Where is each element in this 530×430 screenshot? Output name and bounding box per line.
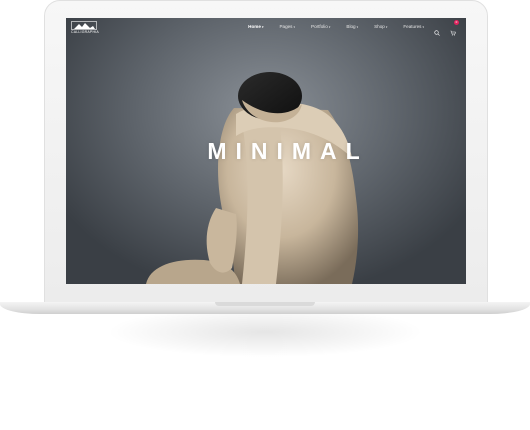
nav-item-features[interactable]: Features▾	[403, 24, 424, 29]
nav-item-label: Features	[403, 23, 422, 29]
chevron-down-icon: ▾	[422, 24, 424, 29]
chevron-down-icon: ▾	[385, 24, 388, 29]
chevron-down-icon: ▾	[356, 24, 359, 29]
hero-title: MINIMAL	[207, 138, 369, 164]
nav-item-label: Portfolio	[311, 23, 328, 29]
site-logo[interactable]: CALLIGRAPHIA	[71, 21, 99, 35]
nav-item-pages[interactable]: Pages▾	[279, 24, 295, 29]
nav-item-label: Home	[248, 23, 261, 29]
nav-item-label: Pages	[279, 23, 293, 29]
search-button[interactable]	[434, 23, 440, 36]
laptop-screen: CALLIGRAPHIA Home▾ Pages▾ Portfolio▾ Blo…	[66, 18, 466, 284]
nav-item-shop[interactable]: Shop▾	[374, 24, 387, 29]
laptop-shadow	[40, 314, 490, 404]
logo-mountain-icon	[71, 21, 97, 30]
nav-item-label: Shop	[374, 23, 385, 29]
chevron-down-icon: ▾	[293, 24, 295, 29]
cart-icon	[450, 30, 456, 36]
search-icon	[434, 30, 440, 36]
chevron-down-icon: ▾	[328, 24, 331, 29]
main-menu: Home▾ Pages▾ Portfolio▾ Blog▾ Shop▾ Feat…	[232, 20, 459, 36]
laptop-base-notch	[215, 302, 315, 306]
cart-count-badge: 0	[454, 20, 459, 25]
nav-item-label: Blog	[346, 23, 356, 29]
top-navbar: CALLIGRAPHIA Home▾ Pages▾ Portfolio▾ Blo…	[66, 18, 466, 38]
nav-item-home[interactable]: Home▾	[248, 24, 263, 29]
chevron-down-icon: ▾	[261, 24, 264, 29]
cart-button[interactable]: 0	[450, 20, 459, 36]
nav-item-portfolio[interactable]: Portfolio▾	[311, 24, 330, 29]
logo-text: CALLIGRAPHIA	[71, 30, 99, 34]
nav-item-blog[interactable]: Blog▾	[346, 24, 358, 29]
